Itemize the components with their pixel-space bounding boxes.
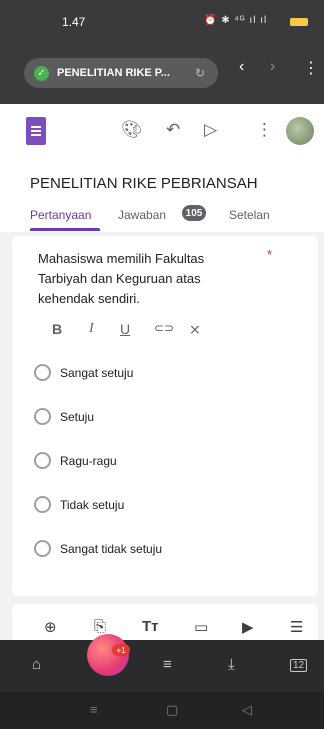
recents-icon[interactable]: ≡	[90, 702, 98, 717]
option-label[interactable]: Ragu-ragu	[60, 454, 117, 468]
more-icon[interactable]: ⋮	[256, 120, 273, 140]
system-nav-bar: ≡ ▢ ◁	[0, 692, 324, 729]
italic-icon[interactable]: I	[89, 321, 94, 337]
radio-button[interactable]	[34, 408, 51, 425]
status-time: 1.47	[62, 15, 86, 29]
required-mark: *	[267, 247, 273, 262]
option-label[interactable]: Setuju	[60, 410, 94, 424]
underline-icon[interactable]: U	[120, 321, 130, 337]
question-text[interactable]: Mahasiswa memilih Fakultas Tarbiyah dan …	[38, 249, 238, 309]
forms-toolbar: 🎨︎ ↶ ▷ ⋮	[0, 104, 324, 160]
question-card[interactable]: Mahasiswa memilih Fakultas Tarbiyah dan …	[12, 236, 318, 596]
avatar[interactable]	[286, 117, 314, 145]
question-add-toolbar: ⊕ ⎘ Tт ▭ ▶ ☰	[12, 604, 318, 640]
downloads-icon[interactable]: ⤓	[228, 656, 235, 673]
shield-check-icon: ✓	[34, 65, 49, 81]
bold-icon[interactable]: B	[52, 321, 62, 337]
option-label[interactable]: Sangat tidak setuju	[60, 542, 162, 556]
home-icon[interactable]: ⌂	[32, 656, 41, 673]
option-4[interactable]: Tidak setuju	[34, 496, 124, 513]
option-label[interactable]: Tidak setuju	[60, 498, 124, 512]
browser-url-bar: ✓ PENELITIAN RIKE P... ↻ ‹ › ⋮	[0, 42, 324, 104]
import-icon[interactable]: ⎘	[94, 618, 106, 635]
back-icon[interactable]: ‹	[239, 58, 244, 76]
page-title: PENELITIAN RIKE PEBRIANSAH	[30, 175, 258, 192]
video-icon[interactable]: ▶	[242, 618, 254, 636]
option-5[interactable]: Sangat tidak setuju	[34, 540, 162, 557]
add-question-icon[interactable]: ⊕	[44, 618, 57, 636]
undo-icon[interactable]: ↶	[166, 120, 180, 140]
section-icon[interactable]: ☰	[290, 618, 303, 636]
forward-icon[interactable]: ›	[270, 58, 275, 76]
option-3[interactable]: Ragu-ragu	[34, 452, 117, 469]
radio-button[interactable]	[34, 540, 51, 557]
form-header: PENELITIAN RIKE PEBRIANSAH Pertanyaan Ja…	[0, 160, 324, 232]
link-icon[interactable]: ⊂⊃	[154, 321, 174, 335]
fab-badge: +1	[112, 644, 130, 656]
google-forms-icon[interactable]	[26, 117, 46, 145]
active-tab-indicator	[30, 228, 100, 231]
home-button-icon[interactable]: ▢	[166, 702, 178, 718]
image-icon[interactable]: ▭	[194, 618, 208, 636]
reload-icon[interactable]: ↻	[195, 66, 205, 80]
status-icons: ⏰ ✱ ⁴ᴳ ıl ıl	[204, 15, 268, 26]
browser-bottom-bar: ⌂ +1 ≡ ⤓ 12	[0, 634, 324, 692]
tabs-count-icon[interactable]: 12	[290, 659, 308, 672]
status-bar: 1.47 ⏰ ✱ ⁴ᴳ ıl ıl	[0, 0, 324, 42]
radio-button[interactable]	[34, 364, 51, 381]
battery-icon	[290, 18, 308, 26]
radio-button[interactable]	[34, 452, 51, 469]
send-icon[interactable]: ▷	[204, 120, 217, 140]
page-title-in-url: PENELITIAN RIKE P...	[57, 67, 170, 79]
back-nav-icon[interactable]: ◁	[242, 702, 252, 718]
menu-lines-icon[interactable]: ≡	[163, 656, 172, 673]
address-bar[interactable]: ✓ PENELITIAN RIKE P... ↻	[24, 58, 218, 88]
tab-jawaban[interactable]: Jawaban	[118, 208, 166, 222]
responses-count-badge: 105	[182, 205, 206, 221]
tab-pertanyaan[interactable]: Pertanyaan	[30, 208, 91, 222]
clear-format-icon[interactable]: ⨯	[189, 321, 201, 338]
option-label[interactable]: Sangat setuju	[60, 366, 133, 380]
menu-icon[interactable]: ⋮	[303, 58, 319, 78]
option-1[interactable]: Sangat setuju	[34, 364, 133, 381]
tab-setelan[interactable]: Setelan	[229, 208, 270, 222]
option-2[interactable]: Setuju	[34, 408, 94, 425]
radio-button[interactable]	[34, 496, 51, 513]
title-text-icon[interactable]: Tт	[142, 618, 159, 635]
palette-icon[interactable]: 🎨︎	[121, 120, 143, 140]
